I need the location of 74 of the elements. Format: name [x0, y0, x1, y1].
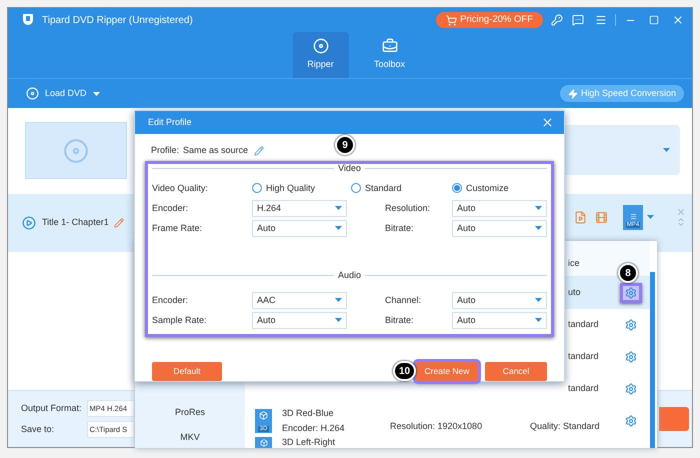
audio-track-icon[interactable] — [595, 210, 608, 224]
scrollbar[interactable] — [650, 272, 655, 448]
caret-icon — [535, 206, 542, 210]
profile-label: Profile: — [151, 144, 180, 158]
field-label: Output Format: — [21, 402, 82, 415]
dialog-title: Edit Profile — [148, 116, 192, 129]
dropdown-field[interactable]: Auto — [452, 292, 547, 309]
field-label: Encoder: — [152, 294, 190, 307]
edit-icon[interactable] — [254, 146, 264, 156]
subtitle-icon[interactable] — [574, 210, 587, 224]
key-icon[interactable] — [551, 14, 563, 26]
dropdown-field[interactable]: AAC — [252, 292, 347, 309]
window-title: Tipard DVD Ripper (Unregistered) — [42, 14, 193, 28]
field-label: Video Quality: — [152, 182, 209, 195]
field-label: Bitrate: — [385, 222, 415, 235]
quality-text: tandard — [568, 382, 599, 396]
profile-name: 3D Left-Right — [282, 437, 336, 448]
maximize-icon[interactable] — [649, 15, 659, 25]
quality-radio[interactable]: High Quality — [252, 182, 351, 196]
remove-icon[interactable] — [676, 207, 686, 217]
quality-text: tandard — [568, 318, 599, 332]
dropdown-field[interactable]: Auto — [252, 312, 347, 329]
caret-icon — [335, 206, 342, 210]
field-label: Bitrate: — [385, 314, 415, 327]
feedback-icon[interactable] — [572, 14, 584, 26]
close-icon[interactable] — [541, 116, 554, 129]
section-heading: Video — [338, 162, 361, 176]
field-label: Resolution: — [385, 202, 432, 215]
format-category[interactable]: MKV — [135, 428, 245, 448]
toolbox-icon — [382, 38, 398, 54]
cart-icon — [446, 14, 458, 26]
profile-value: Same as source — [183, 144, 248, 158]
reorder-icon[interactable] — [676, 217, 686, 227]
dropdown-field[interactable]: Auto — [252, 220, 347, 237]
profile-quality: Quality: Standard — [530, 420, 600, 434]
quality-text: tandard — [568, 350, 599, 364]
play-icon[interactable] — [22, 216, 36, 230]
close-icon[interactable] — [672, 14, 684, 26]
quality-radio[interactable]: Customize — [452, 182, 509, 196]
profile-row[interactable]: 3D Left-Right — [245, 437, 650, 448]
dropdown-field[interactable]: Auto — [452, 200, 547, 217]
quality-text: uto — [568, 286, 581, 300]
caret-icon — [663, 148, 670, 152]
profile-encoder: Encoder: H.264 — [282, 422, 346, 435]
field-label: Sample Rate: — [152, 314, 208, 327]
caret-icon — [335, 318, 342, 322]
caret-icon — [335, 226, 342, 230]
app-logo-icon — [20, 12, 36, 28]
quality-radio[interactable]: Standard — [351, 182, 452, 196]
dropdown-field[interactable]: H.264 — [252, 200, 347, 217]
caret-icon — [335, 298, 342, 302]
main-tab[interactable]: Ripper — [292, 32, 348, 78]
edit-icon[interactable] — [114, 218, 124, 228]
dropdown-field[interactable]: Auto — [452, 312, 547, 329]
dropdown-field[interactable]: Auto — [452, 220, 547, 237]
field-label: Channel: — [385, 294, 422, 307]
caret-icon — [647, 215, 654, 219]
caret-icon — [535, 318, 542, 322]
profile-name: 3D Red-Blue — [282, 406, 335, 420]
caret-icon — [535, 298, 542, 302]
disc-icon — [26, 87, 39, 100]
profile-icon — [255, 437, 272, 448]
field-label: Save to: — [21, 422, 56, 436]
profile-resolution: Resolution: 1920x1080 — [390, 420, 484, 434]
disc-icon — [312, 38, 328, 54]
lightning-icon — [568, 88, 578, 98]
title-name: Title 1- Chapter1 — [42, 216, 109, 230]
field-label: Frame Rate: — [152, 222, 204, 235]
caret-icon — [535, 226, 542, 230]
caret-icon — [92, 92, 100, 96]
format-category[interactable]: ProRes — [135, 398, 245, 428]
settings-icon[interactable] — [620, 283, 642, 303]
menu-icon[interactable] — [595, 14, 607, 26]
field-label: Encoder: — [152, 202, 190, 215]
